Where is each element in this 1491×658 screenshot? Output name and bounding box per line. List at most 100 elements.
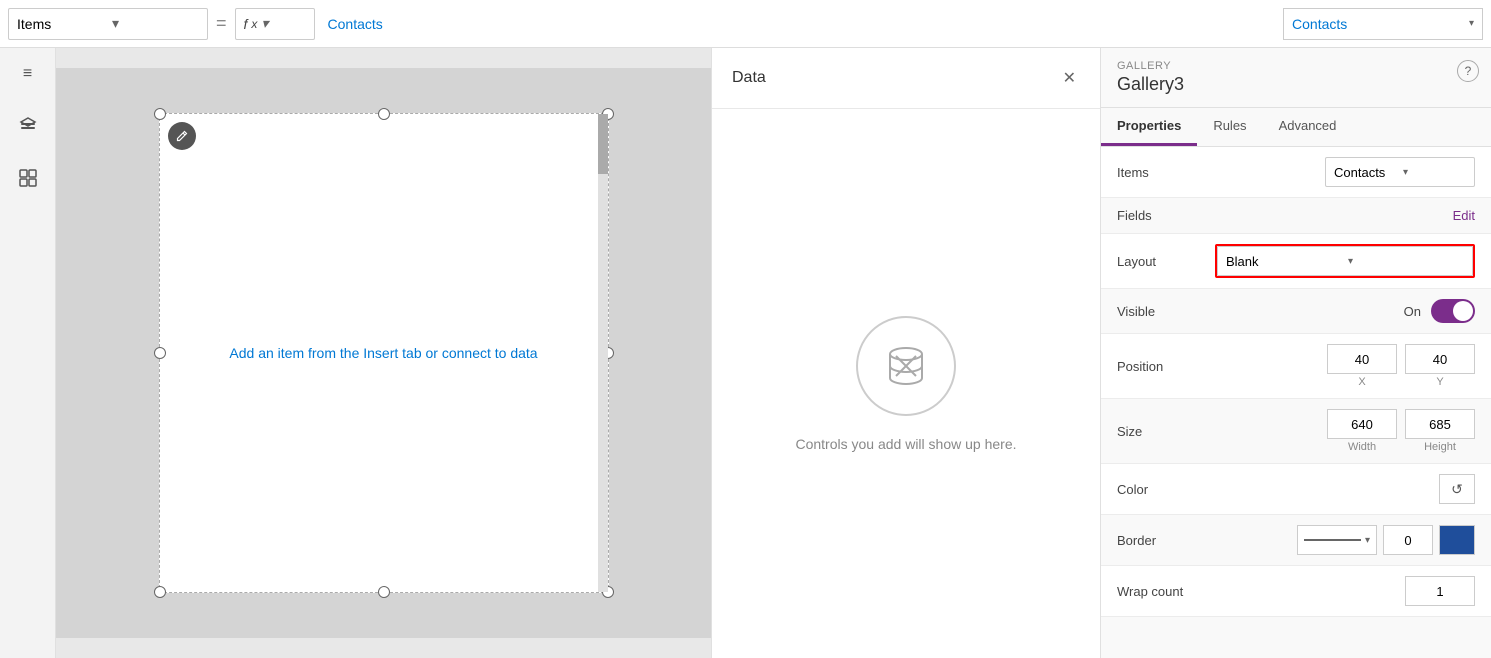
wrap-count-prop-control (1215, 576, 1475, 606)
layout-prop-label: Layout (1117, 254, 1207, 269)
prop-row-fields: Fields Edit (1101, 198, 1491, 234)
props-name: Gallery3 (1117, 74, 1475, 95)
gallery-scrollbar[interactable] (598, 114, 608, 592)
border-color-swatch[interactable] (1439, 525, 1475, 555)
size-prop-control: Width Height (1215, 409, 1475, 453)
border-prop-control: ▾ (1215, 525, 1475, 555)
layers-icon (19, 117, 37, 135)
border-style-select[interactable]: ▾ (1297, 525, 1377, 555)
fields-prop-label: Fields (1117, 208, 1207, 223)
position-prop-label: Position (1117, 359, 1207, 374)
items-dropdown[interactable]: Items ▾ (8, 8, 208, 40)
size-coord-pair: Width Height (1327, 409, 1475, 453)
visible-toggle[interactable] (1431, 299, 1475, 323)
border-style-chevron: ▾ (1365, 535, 1370, 546)
gallery-placeholder-text: Add an item from the Insert tab or conne… (229, 345, 537, 361)
prop-row-border: Border ▾ (1101, 515, 1491, 566)
wrap-count-input[interactable] (1405, 576, 1475, 606)
size-height-input[interactable] (1405, 409, 1475, 439)
props-category: GALLERY (1117, 60, 1475, 72)
canvas-frame: Add an item from the Insert tab or conne… (56, 68, 711, 638)
color-prop-control: ↺ (1215, 474, 1475, 504)
visible-prop-label: Visible (1117, 304, 1207, 319)
tab-advanced[interactable]: Advanced (1263, 108, 1353, 146)
position-labels: X Y (1327, 376, 1475, 388)
sidebar-item-layers[interactable] (10, 108, 46, 144)
prop-row-visible: Visible On (1101, 289, 1491, 334)
position-prop-control: X Y (1215, 344, 1475, 388)
tab-rules[interactable]: Rules (1197, 108, 1262, 146)
top-bar: Items ▾ = f x ▾ Contacts Contacts ▾ (0, 0, 1491, 48)
fields-prop-control: Edit (1215, 208, 1475, 223)
left-sidebar: ≡ (0, 48, 56, 658)
prop-row-color: Color ↺ (1101, 464, 1491, 515)
gallery-placeholder: Add an item from the Insert tab or conne… (160, 114, 608, 592)
handle-mid-left[interactable] (154, 347, 166, 359)
fields-edit-link[interactable]: Edit (1453, 208, 1475, 223)
sidebar-item-menu[interactable]: ≡ (10, 56, 46, 92)
position-x-input[interactable] (1327, 344, 1397, 374)
data-panel-content: Controls you add will show up here. (712, 109, 1100, 658)
gallery-control[interactable]: Add an item from the Insert tab or conne… (159, 113, 609, 593)
formula-x: x (251, 17, 257, 31)
position-y-label: Y (1405, 376, 1475, 388)
database-icon (880, 340, 932, 392)
size-height-label: Height (1405, 441, 1475, 453)
items-select-value: Contacts (1334, 165, 1397, 180)
formula-value-display[interactable]: Contacts (319, 8, 806, 40)
position-coord-pair: X Y (1327, 344, 1475, 388)
equals-divider: = (212, 13, 231, 34)
border-width-input[interactable] (1383, 525, 1433, 555)
layout-prop-control: Blank ▾ (1215, 244, 1475, 278)
items-dropdown-chevron: ▾ (112, 15, 199, 32)
visible-on-label: On (1404, 304, 1421, 319)
color-refresh-icon: ↺ (1451, 481, 1463, 498)
size-width-input[interactable] (1327, 409, 1397, 439)
handle-bot-left[interactable] (154, 586, 166, 598)
formula-bar[interactable]: f x ▾ (235, 8, 315, 40)
items-dropdown-label: Items (17, 16, 104, 32)
props-header: GALLERY Gallery3 ? (1101, 48, 1491, 108)
canvas-area: Add an item from the Insert tab or conne… (56, 48, 711, 658)
items-prop-control: Contacts ▾ (1215, 157, 1475, 187)
color-swatch[interactable]: ↺ (1439, 474, 1475, 504)
color-prop-label: Color (1117, 482, 1207, 497)
handle-bot-mid[interactable] (378, 586, 390, 598)
edit-button[interactable] (168, 122, 196, 150)
position-x-label: X (1327, 376, 1397, 388)
border-line (1304, 539, 1361, 541)
prop-row-size: Size Width Height (1101, 399, 1491, 464)
border-prop-label: Border (1117, 533, 1207, 548)
db-icon-container (856, 316, 956, 416)
prop-row-position: Position X Y (1101, 334, 1491, 399)
top-right-chevron: ▾ (1469, 18, 1474, 29)
top-right-label: Contacts (1292, 16, 1347, 32)
prop-row-items: Items Contacts ▾ (1101, 147, 1491, 198)
handle-top-mid[interactable] (378, 108, 390, 120)
position-y-input[interactable] (1405, 344, 1475, 374)
size-prop-label: Size (1117, 424, 1207, 439)
formula-value-text: Contacts (328, 16, 383, 32)
data-panel-close[interactable]: ✕ (1059, 64, 1080, 92)
position-inputs (1327, 344, 1475, 374)
visible-prop-control: On (1215, 299, 1475, 323)
data-empty-text: Controls you add will show up here. (795, 436, 1016, 452)
props-panel: GALLERY Gallery3 ? Properties Rules Adva… (1101, 48, 1491, 658)
size-width-label: Width (1327, 441, 1397, 453)
layout-select-chevron: ▾ (1348, 256, 1464, 267)
size-inputs (1327, 409, 1475, 439)
hamburger-icon: ≡ (23, 65, 32, 83)
main-layout: ≡ (0, 48, 1491, 658)
help-button[interactable]: ? (1457, 60, 1479, 82)
tab-properties[interactable]: Properties (1101, 108, 1197, 146)
wrap-count-prop-label: Wrap count (1117, 584, 1207, 599)
items-select[interactable]: Contacts ▾ (1325, 157, 1475, 187)
handle-top-left[interactable] (154, 108, 166, 120)
layout-select[interactable]: Blank ▾ (1217, 246, 1473, 276)
prop-row-layout: Layout Blank ▾ (1101, 234, 1491, 289)
props-body: Items Contacts ▾ Fields Edit Layout (1101, 147, 1491, 658)
prop-row-wrap-count: Wrap count (1101, 566, 1491, 617)
props-tabs: Properties Rules Advanced (1101, 108, 1491, 147)
sidebar-item-grid[interactable] (10, 160, 46, 196)
top-right-dropdown[interactable]: Contacts ▾ (1283, 8, 1483, 40)
